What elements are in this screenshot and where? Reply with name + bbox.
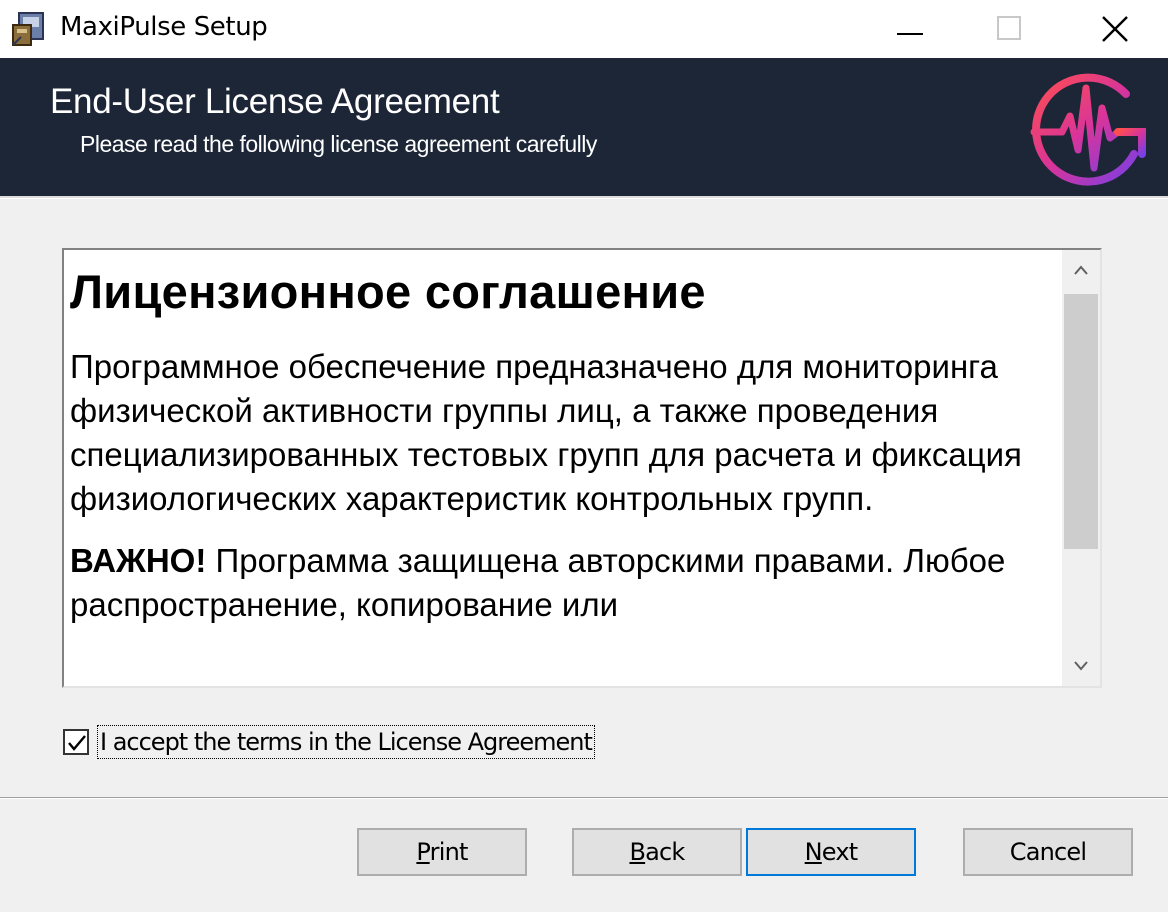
chevron-up-icon <box>1074 265 1088 275</box>
print-button-label: Print <box>416 838 468 866</box>
scroll-down-button[interactable] <box>1062 646 1100 686</box>
installer-app-icon <box>12 12 44 46</box>
minimize-button[interactable] <box>860 0 960 58</box>
accept-terms-checkbox[interactable] <box>63 729 89 755</box>
license-heading: Лицензионное соглашение <box>70 265 706 318</box>
chevron-down-icon <box>1074 661 1088 671</box>
banner-divider <box>0 196 1168 199</box>
vertical-scrollbar[interactable] <box>1062 250 1100 686</box>
page-subtitle: Please read the following license agreem… <box>80 131 597 157</box>
maximize-icon <box>997 16 1021 40</box>
back-button-label: Back <box>629 838 685 866</box>
page-title: End-User License Agreement <box>50 82 500 121</box>
license-paragraph-text: Программа защищена авторскими правами. Л… <box>70 542 1006 623</box>
accept-terms-label[interactable]: I accept the terms in the License Agreem… <box>97 725 595 759</box>
next-button-label: Next <box>804 838 859 866</box>
accept-terms-row[interactable]: I accept the terms in the License Agreem… <box>63 724 623 760</box>
license-textbox[interactable]: Лицензионное соглашение Программное обес… <box>62 248 1102 688</box>
print-button[interactable]: Print <box>357 828 527 876</box>
license-paragraph: Программное обеспечение предназначено дл… <box>70 348 1022 517</box>
checkmark-icon <box>68 735 86 751</box>
license-paragraph-important: ВАЖНО! Программа защищена авторскими пра… <box>70 539 1060 627</box>
window-title: MaxiPulse Setup <box>60 12 268 42</box>
scroll-thumb[interactable] <box>1064 294 1098 549</box>
close-icon <box>1102 16 1128 42</box>
header-banner: End-User License Agreement Please read t… <box>0 58 1168 196</box>
license-content: Лицензионное соглашение Программное обес… <box>70 250 1060 686</box>
cancel-button[interactable]: Cancel <box>963 828 1133 876</box>
important-label: ВАЖНО! <box>70 542 207 579</box>
title-bar: MaxiPulse Setup <box>0 0 1168 58</box>
maximize-button[interactable] <box>960 0 1060 58</box>
back-button[interactable]: Back <box>572 828 742 876</box>
minimize-icon <box>897 33 923 35</box>
heartbeat-logo-icon <box>1030 73 1146 186</box>
scroll-up-button[interactable] <box>1062 250 1100 290</box>
footer-divider <box>0 797 1168 799</box>
next-button[interactable]: Next <box>746 828 916 876</box>
close-button[interactable] <box>1065 0 1165 58</box>
cancel-button-label: Cancel <box>1009 838 1087 866</box>
